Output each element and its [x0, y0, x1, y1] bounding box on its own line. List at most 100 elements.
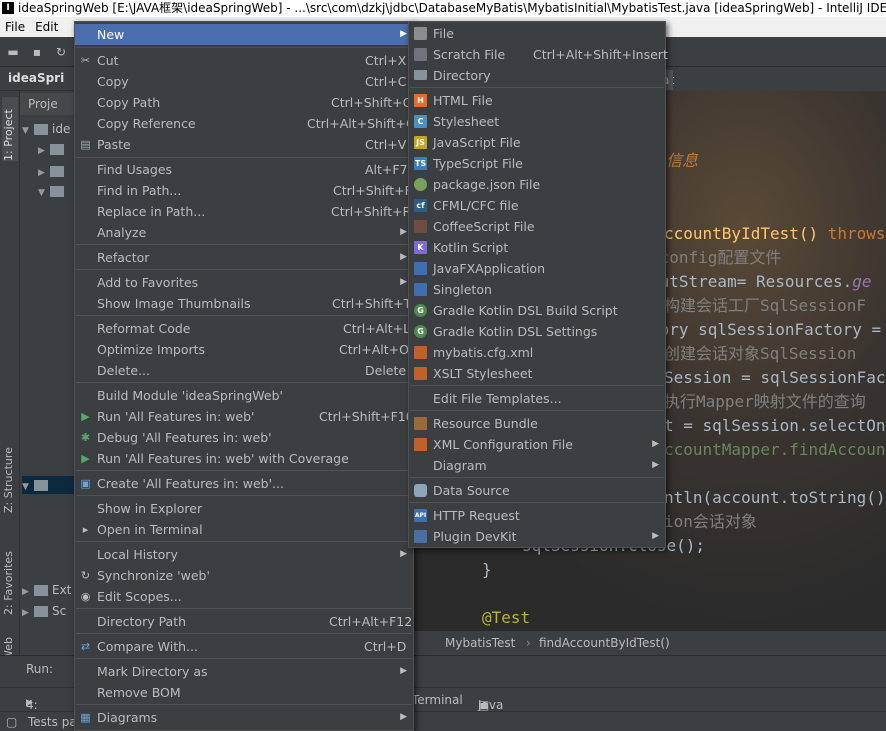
breadcrumb-class[interactable]: MybatisTest [445, 631, 515, 655]
run-config-icon: ▣ [80, 477, 91, 490]
separator [410, 87, 664, 88]
new-gradle-build-script[interactable]: G Gradle Kotlin DSL Build Script [409, 300, 665, 321]
menu-item-copy-path[interactable]: Copy Path Ctrl+Shift+C [75, 92, 413, 113]
menu-item-find-usages[interactable]: Find Usages Alt+F7 [75, 159, 413, 180]
new-edit-file-templates[interactable]: Edit File Templates... [409, 388, 665, 409]
submenu-arrow-icon: ▶ [400, 29, 407, 39]
menu-item-find-in-path[interactable]: Find in Path... Ctrl+Shift+F [75, 180, 413, 201]
new-singleton[interactable]: Singleton [409, 279, 665, 300]
new-html-file[interactable]: H HTML File [409, 90, 665, 111]
menu-item-local-history[interactable]: Local History ▶ [75, 544, 413, 565]
tree-item[interactable]: ▼ [38, 182, 68, 200]
menu-item-optimize-imports[interactable]: Optimize Imports Ctrl+Alt+O [75, 339, 413, 360]
menu-item-new[interactable]: New ▶ [75, 24, 413, 45]
nodejs-icon [414, 178, 427, 191]
menu-item-show-thumbnails[interactable]: Show Image Thumbnails Ctrl+Shift+T [75, 293, 413, 314]
new-stylesheet[interactable]: C Stylesheet [409, 111, 665, 132]
menu-item-diagrams[interactable]: ▦ Diagrams ▶ [75, 707, 413, 728]
expand-arrow-icon[interactable]: ▶ [38, 164, 50, 182]
menu-file[interactable]: File [0, 17, 30, 37]
new-diagram[interactable]: Diagram ▶ [409, 455, 665, 476]
breadcrumb-method[interactable]: findAccountByIdTest() [539, 631, 670, 655]
tree-external-libraries[interactable]: ▶ Ext [22, 581, 71, 599]
separator [76, 269, 412, 270]
sync-icon[interactable]: ↻ [54, 45, 68, 59]
menu-edit[interactable]: Edit [30, 17, 63, 37]
menu-item-create-config[interactable]: ▣ Create 'All Features in: web'... [75, 473, 413, 494]
tree-item[interactable]: ▶ [38, 162, 68, 180]
menu-item-replace-in-path[interactable]: Replace in Path... Ctrl+Shift+R [75, 201, 413, 222]
code-comment: 构建会话工厂SqlSessionF [664, 296, 866, 315]
open-folder-icon[interactable]: ▬ [6, 45, 20, 59]
new-gradle-settings[interactable]: G Gradle Kotlin DSL Settings [409, 321, 665, 342]
tree-item-selected[interactable]: ▼ [22, 476, 76, 494]
menu-item-cut[interactable]: ✂ Cut Ctrl+X [75, 50, 413, 71]
menu-item-directory-path[interactable]: Directory Path Ctrl+Alt+F12 [75, 611, 413, 632]
tree-scratches[interactable]: ▶ Sc [22, 602, 66, 620]
database-icon [414, 484, 427, 497]
menu-item-paste[interactable]: ▤ Paste Ctrl+V [75, 134, 413, 155]
new-resource-bundle[interactable]: Resource Bundle [409, 413, 665, 434]
new-plugin-devkit[interactable]: Plugin DevKit ▶ [409, 526, 665, 547]
menu-item-delete[interactable]: Delete... Delete [75, 360, 413, 381]
plugin-icon [414, 530, 427, 543]
new-xslt-stylesheet[interactable]: XSLT Stylesheet [409, 363, 665, 384]
menu-item-open-in-terminal[interactable]: ▸ Open in Terminal [75, 519, 413, 540]
separator [76, 157, 412, 158]
menu-item-edit-scopes[interactable]: ◉ Edit Scopes... [75, 586, 413, 607]
expand-arrow-icon[interactable]: ▼ [22, 122, 34, 140]
separator [410, 385, 664, 386]
new-mybatis-cfg[interactable]: mybatis.cfg.xml [409, 342, 665, 363]
separator [76, 541, 412, 542]
expand-arrow-icon[interactable]: ▶ [22, 583, 34, 601]
new-file[interactable]: File [409, 23, 665, 44]
tab-project[interactable]: 1: Project [2, 97, 18, 161]
code-annotation: @Test [482, 608, 531, 627]
new-data-source[interactable]: Data Source [409, 480, 665, 501]
project-panel-header[interactable]: Proje [20, 93, 76, 115]
separator [76, 495, 412, 496]
new-package-json[interactable]: package.json File [409, 174, 665, 195]
submenu-arrow-icon: ▶ [400, 252, 407, 262]
menu-item-mark-directory[interactable]: Mark Directory as ▶ [75, 661, 413, 682]
expand-arrow-icon[interactable]: ▼ [38, 184, 50, 202]
menu-item-run-coverage[interactable]: ▶ Run 'All Features in: web' with Coverag… [75, 448, 413, 469]
new-scratch-file[interactable]: Scratch File Ctrl+Alt+Shift+Insert [409, 44, 668, 65]
expand-arrow-icon[interactable]: ▶ [38, 142, 50, 160]
new-directory[interactable]: Directory [409, 65, 665, 86]
menu-item-show-in-explorer[interactable]: Show in Explorer [75, 498, 413, 519]
menu-item-debug[interactable]: ✱ Debug 'All Features in: web' [75, 427, 413, 448]
folder-icon [34, 124, 48, 135]
menu-item-copy-reference[interactable]: Copy Reference Ctrl+Alt+Shift+C [75, 113, 415, 134]
menu-item-refactor[interactable]: Refactor ▶ [75, 247, 413, 268]
expand-arrow-icon[interactable]: ▼ [22, 478, 34, 496]
expand-arrow-icon[interactable]: ▶ [22, 604, 34, 622]
tree-root[interactable]: ▼ ide [22, 120, 70, 138]
new-typescript-file[interactable]: TS TypeScript File [409, 153, 665, 174]
new-http-request[interactable]: API HTTP Request [409, 505, 665, 526]
new-javafx-application[interactable]: JavaFXApplication [409, 258, 665, 279]
menu-item-copy[interactable]: Copy Ctrl+C [75, 71, 413, 92]
menu-item-add-to-favorites[interactable]: Add to Favorites ▶ [75, 272, 413, 293]
menu-item-reformat-code[interactable]: Reformat Code Ctrl+Alt+L [75, 318, 413, 339]
new-cfml-file[interactable]: cf CFML/CFC file [409, 195, 665, 216]
gradle-icon: G [414, 325, 427, 338]
menu-item-build-module[interactable]: Build Module 'ideaSpringWeb' [75, 385, 413, 406]
new-kotlin-script[interactable]: K Kotlin Script [409, 237, 665, 258]
menu-item-synchronize[interactable]: ↻ Synchronize 'web' [75, 565, 413, 586]
tab-terminal[interactable]: Terminal [412, 693, 463, 707]
tree-item[interactable]: ▶ [38, 140, 68, 158]
tab-favorites[interactable]: 2: Favorites [2, 537, 18, 615]
menu-item-remove-bom[interactable]: Remove BOM [75, 682, 413, 703]
nav-project-crumb[interactable]: ideaSpri [8, 71, 64, 85]
tab-structure[interactable]: Z: Structure [2, 435, 18, 513]
menu-item-run[interactable]: ▶ Run 'All Features in: web' Ctrl+Shift+F1… [75, 406, 413, 427]
menu-item-analyze[interactable]: Analyze ▶ [75, 222, 413, 243]
new-javascript-file[interactable]: JS JavaScript File [409, 132, 665, 153]
folder-icon [414, 70, 427, 80]
menu-item-compare-with[interactable]: ⇄ Compare With... Ctrl+D [75, 636, 413, 657]
new-xml-configuration[interactable]: XML Configuration File ▶ [409, 434, 665, 455]
save-all-icon[interactable]: ▪ [30, 45, 44, 59]
api-icon: API [414, 509, 427, 522]
new-coffeescript-file[interactable]: CoffeeScript File [409, 216, 665, 237]
